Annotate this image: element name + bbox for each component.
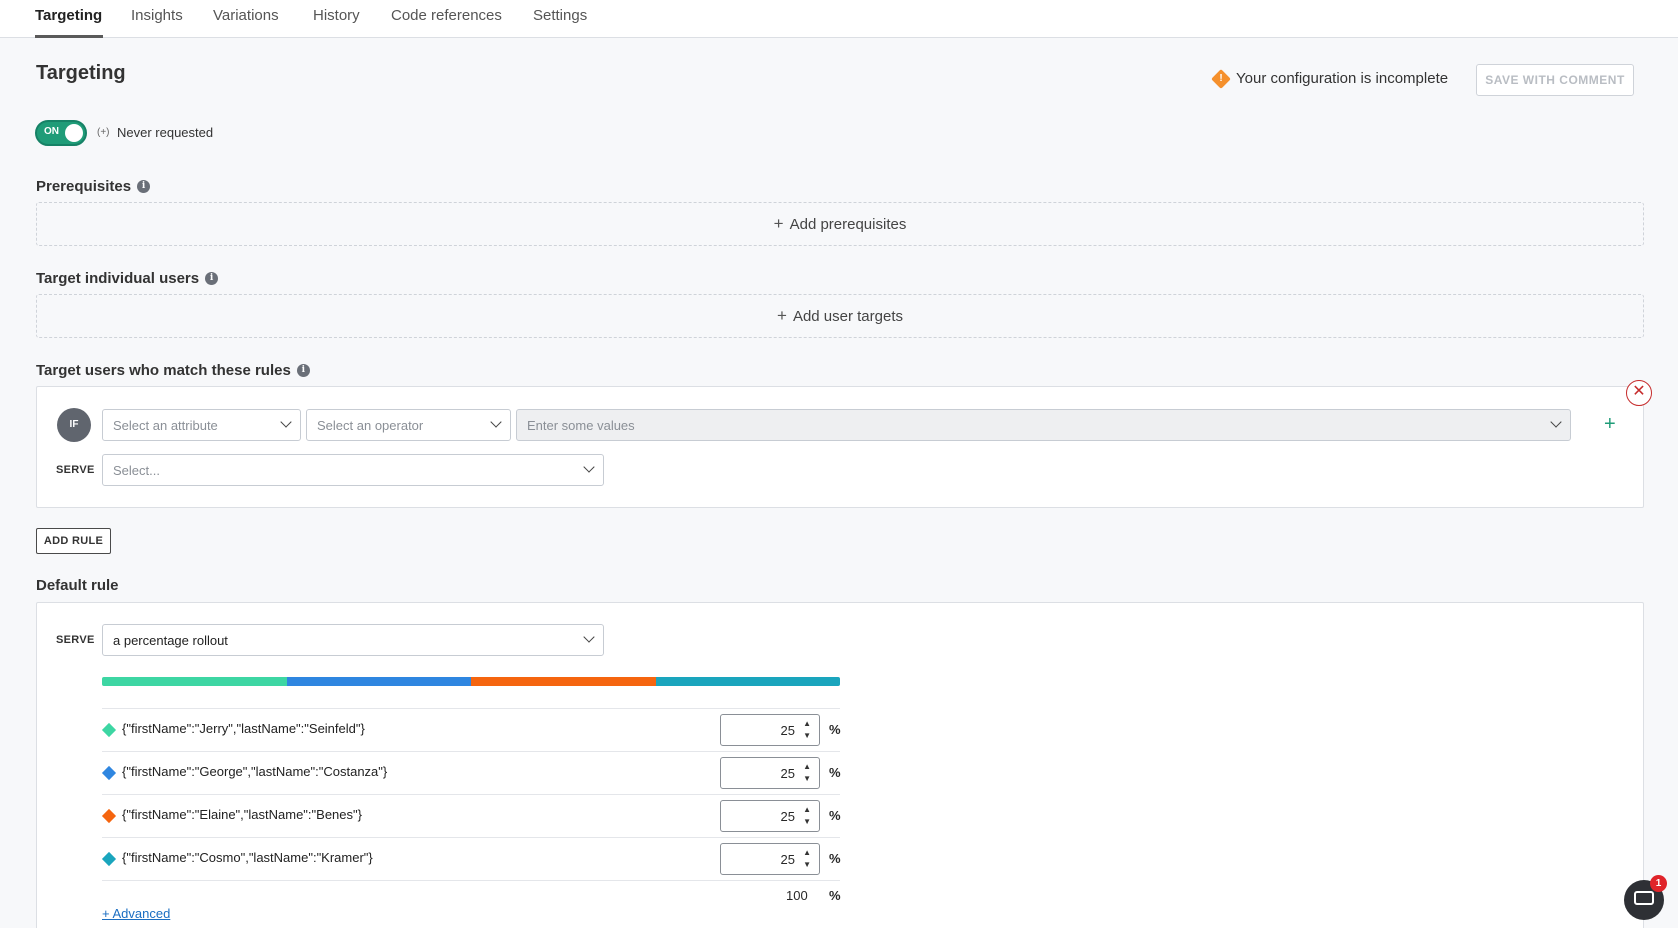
rollout-distribution-bar — [102, 677, 840, 686]
variation-diamond-icon — [101, 722, 117, 738]
tab-code-references[interactable]: Code references — [391, 7, 502, 24]
values-select[interactable]: Enter some values — [516, 409, 1571, 441]
variation-percent-input[interactable]: 25 ▲ ▼ — [720, 843, 820, 875]
variation-percent-input[interactable]: 25 ▲ ▼ — [720, 757, 820, 789]
info-icon[interactable]: i — [296, 364, 310, 377]
if-badge: IF — [57, 408, 91, 442]
toggle-knob — [65, 124, 83, 142]
toggle-label: ON — [44, 126, 59, 137]
warning-icon: ! — [1211, 68, 1231, 89]
plus-icon: + — [773, 214, 784, 233]
remove-rule-icon[interactable]: ✕ — [1626, 380, 1652, 406]
default-serve-label: SERVE — [56, 634, 95, 646]
tab-variations[interactable]: Variations — [213, 7, 279, 24]
rules-heading: Target users who match these rules i — [36, 362, 310, 379]
tab-insights[interactable]: Insights — [131, 7, 183, 24]
values-placeholder: Enter some values — [527, 417, 635, 433]
stepper-arrows-icon[interactable]: ▲ ▼ — [803, 847, 811, 871]
add-user-targets-button[interactable]: + Add user targets — [36, 294, 1644, 338]
stepper-arrows-icon[interactable]: ▲ ▼ — [803, 718, 811, 742]
operator-placeholder: Select an operator — [317, 417, 424, 433]
incomplete-text: Your configuration is incomplete — [1236, 70, 1449, 87]
variation-name: {"firstName":"Cosmo","lastName":"Kramer"… — [122, 850, 373, 865]
chevron-down-icon — [490, 416, 502, 428]
rules-label: Target users who match these rules — [36, 362, 291, 379]
variation-name: {"firstName":"George","lastName":"Costan… — [122, 764, 388, 779]
evaluation-status: Never requested — [117, 125, 214, 140]
page-title: Targeting — [36, 62, 126, 84]
tab-bar: Targeting Insights Variations History Co… — [0, 0, 1678, 38]
rule-serve-label: SERVE — [56, 464, 95, 476]
flag-on-toggle[interactable]: ON — [35, 120, 87, 146]
chevron-down-icon — [1550, 416, 1562, 428]
prerequisites-label: Prerequisites — [36, 178, 132, 195]
variation-diamond-icon — [101, 765, 117, 781]
chat-icon — [1634, 891, 1654, 905]
variation-row: {"firstName":"George","lastName":"Costan… — [101, 751, 841, 794]
percent-sign: % — [829, 722, 841, 737]
operator-select[interactable]: Select an operator — [306, 409, 511, 441]
rollout-segment — [471, 677, 656, 686]
variation-name: {"firstName":"Jerry","lastName":"Seinfel… — [122, 721, 365, 736]
default-serve-value: a percentage rollout — [113, 632, 228, 648]
default-rule-label: Default rule — [36, 577, 119, 594]
rollout-segment — [286, 677, 471, 686]
rule-card — [36, 386, 1644, 508]
percent-sign: % — [829, 808, 841, 823]
add-rule-button[interactable]: ADD RULE — [36, 528, 111, 554]
attribute-placeholder: Select an attribute — [113, 417, 218, 433]
tab-settings[interactable]: Settings — [533, 7, 587, 24]
stepper-arrows-icon[interactable]: ▲ ▼ — [803, 761, 811, 785]
variation-row: {"firstName":"Elaine","lastName":"Benes"… — [101, 794, 841, 837]
variation-percent-value: 25 — [780, 852, 795, 867]
variation-percent-value: 25 — [780, 766, 795, 781]
chevron-down-icon — [280, 416, 292, 428]
percent-sign: % — [829, 765, 841, 780]
variation-percent-value: 25 — [780, 809, 795, 824]
variation-row: {"firstName":"Cosmo","lastName":"Kramer"… — [101, 837, 841, 880]
rollout-total-percent-sign: % — [829, 888, 841, 903]
incomplete-status: ! Your configuration is incomplete — [1211, 68, 1449, 89]
stepper-arrows-icon[interactable]: ▲ ▼ — [803, 804, 811, 828]
advanced-link[interactable]: + Advanced — [102, 906, 170, 921]
info-icon[interactable]: i — [137, 180, 151, 193]
add-clause-button[interactable]: + — [1604, 413, 1616, 436]
evaluation-icon: (+) — [97, 127, 110, 138]
prerequisites-heading: Prerequisites i — [36, 178, 151, 195]
rule-serve-placeholder: Select... — [113, 462, 160, 478]
plus-icon: + — [777, 306, 787, 325]
rule-serve-select[interactable]: Select... — [102, 454, 604, 486]
individual-targets-label: Target individual users — [36, 270, 200, 287]
chevron-down-icon — [583, 461, 595, 473]
variation-name: {"firstName":"Elaine","lastName":"Benes"… — [122, 807, 362, 822]
tab-history[interactable]: History — [313, 7, 360, 24]
add-prerequisites-button[interactable]: + Add prerequisites — [36, 202, 1644, 246]
default-serve-select[interactable]: a percentage rollout — [102, 624, 604, 656]
individual-targets-heading: Target individual users i — [36, 270, 219, 287]
chevron-down-icon — [583, 631, 595, 643]
rollout-total: 100 — [786, 888, 808, 903]
tab-targeting[interactable]: Targeting — [35, 7, 102, 24]
variation-percent-value: 25 — [780, 723, 795, 738]
default-rule-heading: Default rule — [36, 577, 119, 594]
add-user-targets-label: Add user targets — [792, 307, 903, 325]
total-divider — [102, 880, 840, 881]
rollout-segment — [102, 677, 287, 686]
save-with-comment-button[interactable]: SAVE WITH COMMENT — [1476, 64, 1634, 96]
variation-diamond-icon — [101, 808, 117, 824]
variation-percent-input[interactable]: 25 ▲ ▼ — [720, 714, 820, 746]
variation-percent-input[interactable]: 25 ▲ ▼ — [720, 800, 820, 832]
variation-diamond-icon — [101, 851, 117, 867]
info-icon[interactable]: i — [205, 272, 219, 285]
chat-button[interactable]: 1 — [1624, 875, 1667, 920]
add-prerequisites-label: Add prerequisites — [789, 215, 907, 233]
notification-badge: 1 — [1650, 875, 1667, 892]
active-tab-indicator — [35, 35, 103, 38]
warning-glyph: ! — [1219, 72, 1223, 84]
attribute-select[interactable]: Select an attribute — [102, 409, 301, 441]
percent-sign: % — [829, 851, 841, 866]
variation-row: {"firstName":"Jerry","lastName":"Seinfel… — [101, 708, 841, 751]
rollout-segment — [655, 677, 840, 686]
